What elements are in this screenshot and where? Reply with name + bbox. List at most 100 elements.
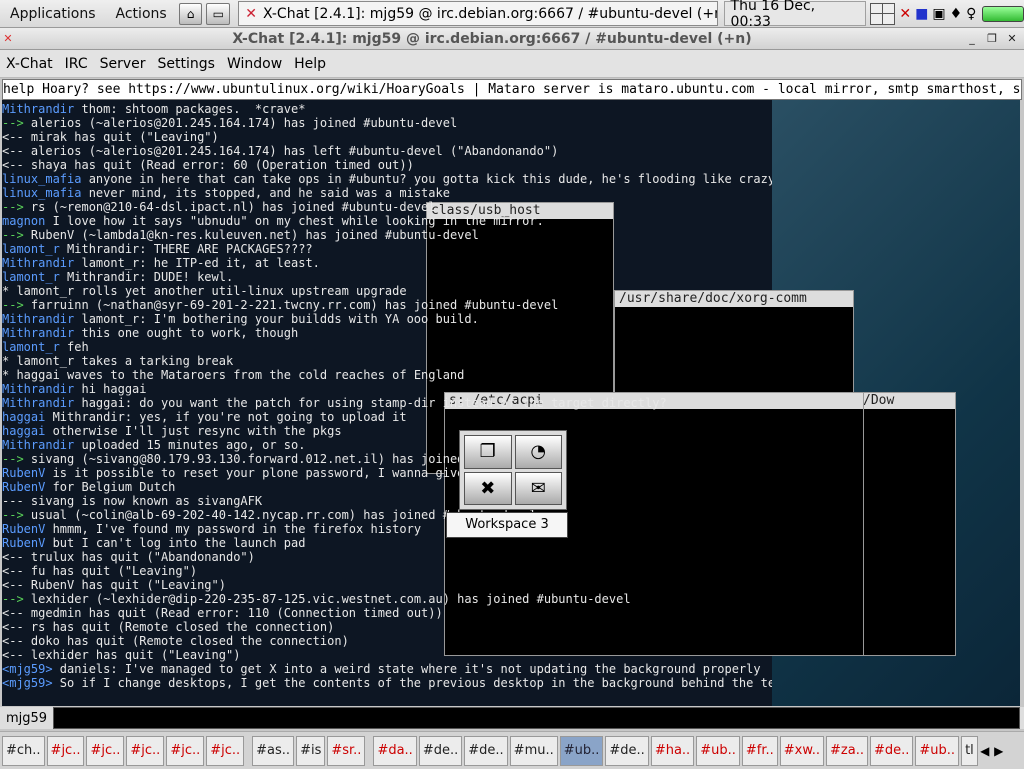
chat-nick[interactable]: --> [2, 228, 24, 242]
battery-icon [982, 5, 1024, 22]
chat-line: --> RubenV (~lambda1@kn-res.kuleuven.net… [2, 228, 772, 242]
channel-tab[interactable]: #jc.. [86, 735, 125, 766]
chat-nick[interactable]: <-- [2, 620, 24, 634]
channel-tab[interactable]: #de.. [869, 735, 914, 766]
chat-nick[interactable]: RubenV [2, 480, 45, 494]
channel-tab[interactable]: #de.. [418, 735, 463, 766]
chat-line: haggai otherwise I'll just resync with t… [2, 424, 772, 438]
workspace-switcher-icon[interactable] [869, 2, 896, 25]
menu-irc[interactable]: IRC [59, 56, 94, 72]
channel-tab[interactable]: #za.. [826, 735, 868, 766]
chat-nick[interactable]: --> [2, 200, 24, 214]
chat-nick[interactable]: Mithrandir [2, 438, 74, 452]
menu-help[interactable]: Help [288, 56, 332, 72]
channel-tab[interactable]: tl [961, 735, 978, 766]
chat-line: * haggai waves to the Mataroers from the… [2, 368, 772, 382]
chat-nick[interactable]: --> [2, 298, 24, 312]
applications-menu[interactable]: Applications [0, 6, 106, 22]
close-window-icon[interactable]: ✕ [1004, 32, 1020, 46]
chat-nick[interactable]: <-- [2, 648, 24, 662]
chat-nick[interactable]: <-- [2, 158, 24, 172]
chat-nick[interactable]: RubenV [2, 536, 45, 550]
chat-nick[interactable]: <-- [2, 578, 24, 592]
chat-nick[interactable]: Mithrandir [2, 326, 74, 340]
channel-tab[interactable]: #jc.. [126, 735, 165, 766]
chat-nick[interactable]: --> [2, 116, 24, 130]
minimize-icon[interactable]: _ [964, 32, 980, 46]
channel-tab[interactable]: #as.. [252, 735, 295, 766]
chat-nick[interactable]: <-- [2, 144, 24, 158]
channel-tab[interactable]: #fr.. [741, 735, 778, 766]
nick-button[interactable]: mjg59 [0, 711, 53, 726]
tab-scroll-right-icon[interactable]: ▶ [992, 744, 1006, 758]
chat-nick[interactable]: Mithrandir [2, 312, 74, 326]
chat-nick[interactable]: haggai [2, 410, 45, 424]
display-icon[interactable]: ▣ [932, 6, 945, 22]
channel-tab[interactable]: #sr.. [327, 735, 366, 766]
channel-tab[interactable]: #is [296, 735, 326, 766]
chat-nick[interactable]: <-- [2, 130, 24, 144]
chat-nick[interactable]: --> [2, 508, 24, 522]
bluetooth-icon[interactable]: ♦ [950, 6, 963, 22]
chat-nick[interactable]: <-- [2, 606, 24, 620]
channel-tab[interactable]: #xw.. [779, 735, 825, 766]
message-input[interactable] [53, 707, 1020, 729]
menu-xchat[interactable]: X-Chat [0, 56, 59, 72]
chat-nick[interactable]: Mithrandir [2, 102, 74, 116]
channel-tab[interactable]: #ub.. [559, 735, 604, 766]
tab-scroll-left-icon[interactable]: ◀ [978, 744, 992, 758]
chat-nick[interactable]: Mithrandir [2, 382, 74, 396]
chat-nick[interactable]: <mjg59> [2, 676, 53, 690]
chat-nick[interactable]: --> [2, 452, 24, 466]
topic-bar[interactable]: help Hoary? see https://www.ubuntulinux.… [2, 79, 1022, 100]
chat-nick[interactable]: lamont_r [2, 270, 60, 284]
chat-nick[interactable]: linux_mafia [2, 172, 81, 186]
taskbar-xchat-button[interactable]: ✕ X-Chat [2.4.1]: mjg59 @ irc.debian.org… [238, 1, 718, 26]
channel-tab[interactable]: #ub.. [696, 735, 740, 766]
maximize-icon[interactable]: ❐ [984, 32, 1000, 46]
chat-nick[interactable]: lamont_r [2, 242, 60, 256]
chat-line: <mjg59> daniels: I've managed to get X i… [2, 662, 772, 676]
chat-nick[interactable]: --> [2, 592, 24, 606]
channel-tab[interactable]: #jc.. [46, 735, 85, 766]
chat-nick[interactable]: lamont_r [2, 340, 60, 354]
chat-nick[interactable]: <-- [2, 564, 24, 578]
actions-menu[interactable]: Actions [106, 6, 177, 22]
chat-nick[interactable]: <-- [2, 550, 24, 564]
clock[interactable]: Thu 16 Dec, 00:33 [723, 0, 866, 30]
channel-tab[interactable]: #ub.. [915, 735, 960, 766]
window-menu-icon[interactable]: ✕ [0, 32, 16, 46]
chat-line: lamont_r feh [2, 340, 772, 354]
top-panel: Applications Actions ⌂ ▭ ✕ X-Chat [2.4.1… [0, 0, 1024, 30]
chat-nick[interactable]: RubenV [2, 522, 45, 536]
menu-server[interactable]: Server [94, 56, 152, 72]
menu-settings[interactable]: Settings [152, 56, 221, 72]
chat-nick[interactable]: linux_mafia [2, 186, 81, 200]
network-icon[interactable]: ■ [915, 6, 928, 22]
channel-tab[interactable]: #ch.. [2, 735, 45, 766]
chat-line: magnon I love how it says "ubnudu" on my… [2, 214, 772, 228]
channel-tab[interactable]: #da.. [373, 735, 417, 766]
home-icon[interactable]: ⌂ [178, 2, 203, 25]
chat-nick[interactable]: magnon [2, 214, 45, 228]
chat-nick[interactable]: RubenV [2, 466, 45, 480]
window-titlebar[interactable]: ✕ X-Chat [2.4.1]: mjg59 @ irc.debian.org… [0, 28, 1024, 50]
channel-tab[interactable]: #de.. [464, 735, 508, 766]
chat-text-area[interactable]: class/usb_host /usr/share/doc/xorg-comm … [2, 100, 1020, 706]
channel-tab[interactable]: #jc.. [206, 735, 245, 766]
channel-tab[interactable]: #ha.. [650, 735, 695, 766]
chat-nick[interactable]: --- [2, 494, 24, 508]
chat-nick[interactable]: <mjg59> [2, 662, 53, 676]
chat-nick[interactable]: haggai [2, 424, 45, 438]
channel-tab[interactable]: #de.. [605, 735, 649, 766]
bulb-icon[interactable]: ♀ [966, 6, 976, 22]
channel-tab[interactable]: #jc.. [166, 735, 205, 766]
chat-nick[interactable]: <-- [2, 634, 24, 648]
chat-nick[interactable]: Mithrandir [2, 256, 74, 270]
menu-window[interactable]: Window [221, 56, 288, 72]
close-icon[interactable]: ✕ [899, 6, 911, 22]
chat-nick[interactable]: Mithrandir [2, 396, 74, 410]
channel-tab[interactable]: #mu.. [509, 735, 558, 766]
menubar: X-Chat IRC Server Settings Window Help [0, 50, 1024, 78]
terminal-icon[interactable]: ▭ [206, 2, 231, 25]
